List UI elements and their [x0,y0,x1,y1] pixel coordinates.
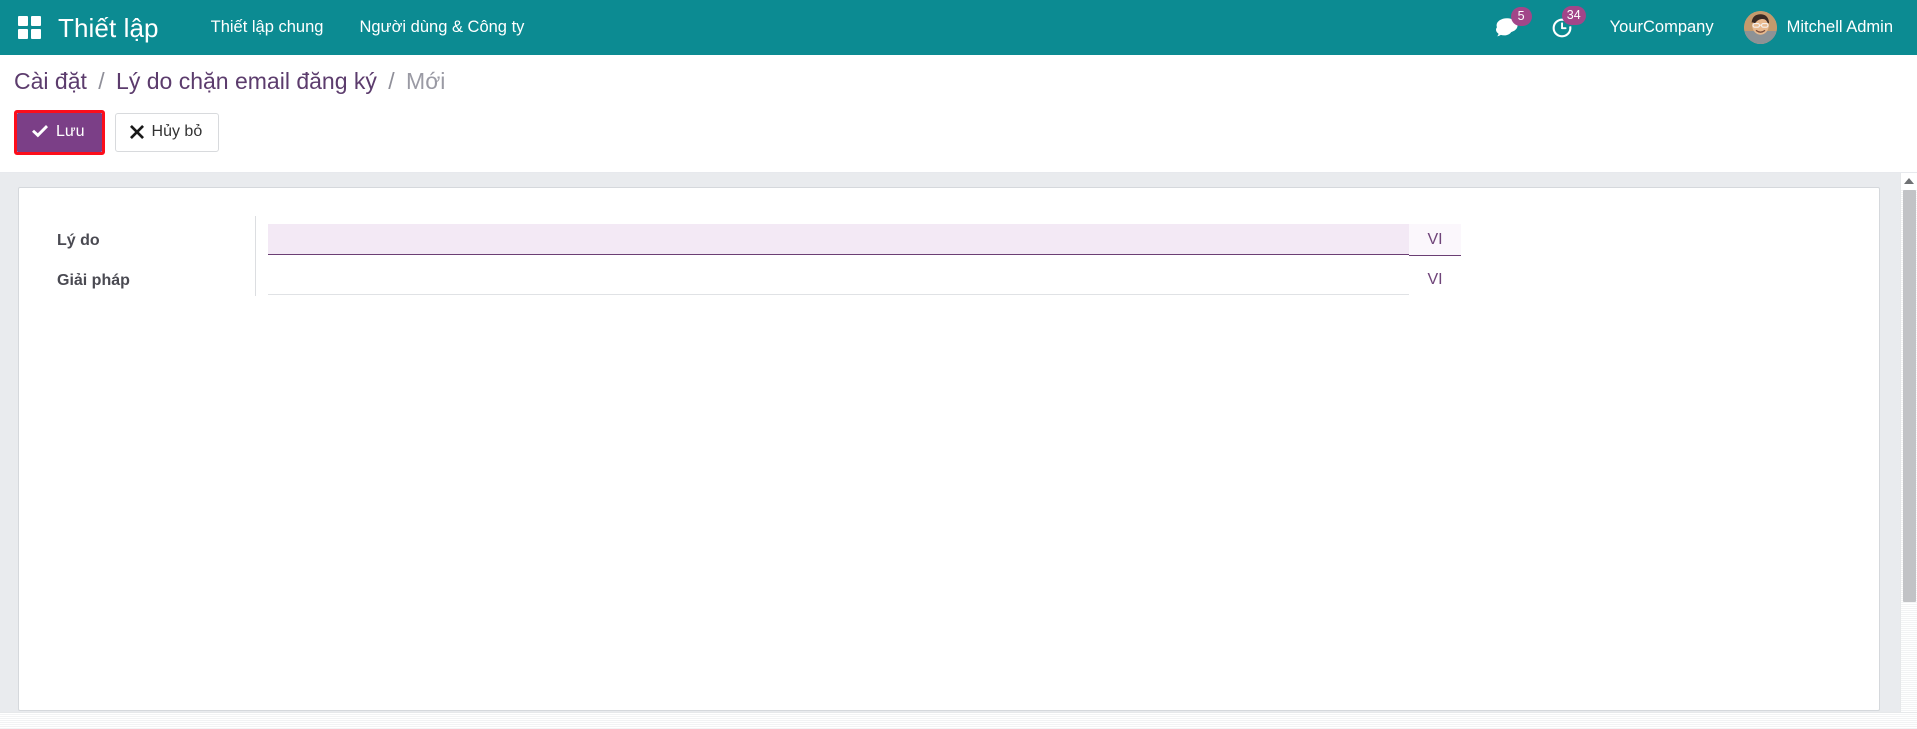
action-buttons: Lưu Hủy bỏ [0,103,1917,172]
breadcrumb: Cài đặt / Lý do chặn email đăng ký / Mới [0,55,1917,103]
vertical-scrollbar-thumb[interactable] [1903,189,1916,602]
field-cell-solution: VI [255,255,1879,296]
nav-item-general-settings[interactable]: Thiết lập chung [193,2,342,53]
activities-button[interactable]: 34 [1536,2,1590,54]
form-row-solution: Giải pháp VI [19,255,1879,296]
field-cell-reason: VI [255,215,1879,256]
breadcrumb-item-new: Mới [406,68,446,94]
reason-input[interactable] [268,223,1409,255]
save-button-highlight: Lưu [14,109,105,155]
horizontal-scrollbar[interactable] [0,712,1917,729]
field-input-wrap-solution: VI [268,263,1461,295]
field-input-wrap-reason: VI [268,223,1461,256]
reason-language-badge[interactable]: VI [1409,223,1461,256]
navbar-menu: Thiết lập chung Người dùng & Công ty [193,2,543,53]
user-menu[interactable]: Mitchell Admin [1734,3,1899,52]
activities-count-badge: 34 [1561,5,1586,25]
field-label-reason: Lý do [57,231,100,249]
scroll-up-button[interactable] [1901,172,1917,190]
form-row-reason: Lý do VI [19,215,1879,256]
breadcrumb-separator: / [388,68,395,94]
breadcrumb-item-settings[interactable]: Cài đặt [14,68,87,94]
solution-input[interactable] [268,263,1409,295]
check-icon [32,125,48,138]
solution-language-badge[interactable]: VI [1409,264,1461,295]
app-window: Thiết lập Thiết lập chung Người dùng & C… [0,0,1917,729]
top-navbar: Thiết lập Thiết lập chung Người dùng & C… [0,0,1917,55]
discard-button-label: Hủy bỏ [151,122,203,140]
messages-button[interactable]: 5 [1481,3,1536,52]
avatar [1743,11,1777,44]
save-button-label: Lưu [56,122,85,140]
messages-count-badge: 5 [1510,7,1532,26]
form-field-group: Lý do VI Giải pháp VI [19,215,1879,296]
user-name-label: Mitchell Admin [1786,18,1893,37]
discard-button[interactable]: Hủy bỏ [114,112,220,152]
form-sheet: Lý do VI Giải pháp VI [18,186,1880,711]
vertical-scrollbar[interactable] [1900,172,1917,729]
apps-menu-button[interactable] [8,7,50,49]
caret-up-icon [1904,178,1914,185]
nav-item-users-companies[interactable]: Người dùng & Công ty [341,2,542,53]
apps-grid-icon [17,16,41,39]
breadcrumb-separator: / [98,68,105,94]
breadcrumb-item-blocklist-reason[interactable]: Lý do chặn email đăng ký [116,68,377,94]
navbar-right-tools: 5 34 YourCompany Mitchell Admin [1481,2,1917,54]
control-panel: Cài đặt / Lý do chặn email đăng ký / Mới… [0,55,1917,173]
app-brand-title[interactable]: Thiết lập [58,15,159,41]
save-button[interactable]: Lưu [17,112,102,152]
form-view-area: Lý do VI Giải pháp VI [0,172,1917,729]
times-icon [129,124,144,139]
field-label-solution: Giải pháp [57,271,130,289]
company-switcher[interactable]: YourCompany [1590,3,1734,52]
